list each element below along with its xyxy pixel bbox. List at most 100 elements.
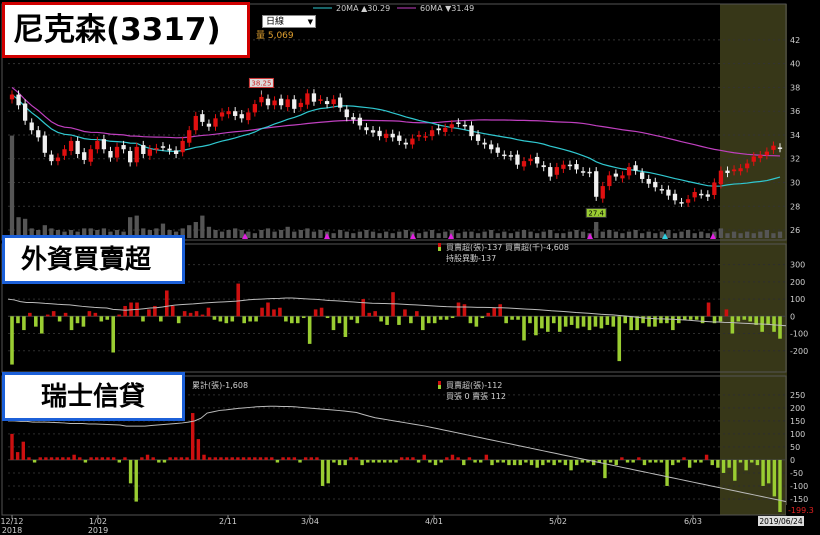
- net-buy-bar: [399, 457, 404, 460]
- net-buy-bar: [287, 457, 291, 460]
- net-buy-bar: [241, 457, 246, 460]
- candle-body: [482, 142, 487, 145]
- net-buy-bar: [498, 304, 502, 317]
- net-buy-bar: [188, 312, 193, 317]
- net-buy-bar: [51, 311, 56, 317]
- net-buy-bar: [383, 459, 387, 463]
- volume-bar: [469, 231, 474, 238]
- net-buy-bar: [569, 316, 574, 325]
- net-buy-bar: [405, 457, 409, 460]
- net-buy-bar: [100, 457, 105, 460]
- volume-bar: [206, 226, 212, 238]
- volume-bar: [731, 231, 737, 238]
- volume-bar: [318, 230, 323, 238]
- volume-bar: [416, 233, 422, 238]
- volume-bar: [390, 233, 395, 238]
- net-buy-bar: [174, 457, 178, 460]
- bar-tick-label: 250: [790, 391, 805, 400]
- candle-body: [180, 140, 185, 153]
- net-buy-bar: [394, 459, 398, 463]
- volume-bar: [594, 222, 599, 238]
- candle-body: [672, 193, 678, 201]
- net-buy-bar: [558, 459, 562, 463]
- net-buy-bar: [422, 454, 426, 460]
- net-buy-bar: [75, 316, 80, 324]
- volume-bar: [226, 230, 231, 238]
- net-buy-bar: [524, 459, 528, 463]
- candle-body: [587, 171, 592, 174]
- net-buy-bar: [315, 457, 319, 460]
- net-buy-bar: [551, 316, 556, 324]
- volume-bar: [653, 233, 658, 238]
- net-buy-bar: [535, 459, 539, 468]
- net-buy-bar: [337, 459, 342, 466]
- candle-body: [9, 94, 15, 100]
- volume-bar: [384, 231, 389, 238]
- volume-bar: [370, 231, 376, 238]
- net-buy-bar: [631, 459, 635, 463]
- candle-body: [147, 149, 152, 156]
- net-buy-bar: [224, 457, 229, 460]
- bar-tick-label: -100: [790, 330, 808, 339]
- net-buy-bar: [22, 316, 26, 331]
- period-select[interactable]: 日線 ▼: [262, 15, 316, 28]
- net-buy-bar: [388, 459, 393, 463]
- volume-bar: [292, 231, 297, 238]
- net-buy-bar: [159, 316, 163, 322]
- volume-bar: [193, 222, 198, 238]
- candle-body: [692, 192, 697, 198]
- volume-bar: [364, 230, 369, 238]
- candle-body: [187, 130, 192, 143]
- candle-body: [68, 140, 74, 152]
- x-date-label: 1/02: [89, 517, 107, 526]
- volume-bar: [429, 230, 435, 238]
- price-tick-label: 34: [790, 131, 800, 140]
- candle-body: [567, 164, 573, 167]
- net-buy-bar: [688, 316, 693, 320]
- net-buy-bar: [254, 316, 258, 322]
- net-buy-bar: [326, 459, 330, 484]
- net-buy-bar: [492, 307, 497, 317]
- net-buy-bar: [635, 316, 639, 331]
- volume-bar: [495, 233, 500, 238]
- net-buy-bar: [44, 457, 48, 460]
- net-buy-bar: [563, 459, 568, 466]
- volume-bar: [699, 231, 704, 238]
- net-buy-bar: [569, 459, 573, 471]
- volume-bar: [462, 231, 468, 238]
- candle-body: [285, 99, 290, 108]
- net-buy-bar: [83, 459, 88, 463]
- net-buy-bar: [611, 316, 616, 327]
- net-buy-bar: [433, 459, 438, 466]
- candle-body: [777, 147, 783, 149]
- net-buy-bar: [761, 459, 765, 486]
- net-buy-bar: [450, 316, 455, 319]
- candle-body: [580, 171, 586, 173]
- net-buy-bar: [617, 316, 622, 362]
- x-date-label: 5/02: [549, 517, 567, 526]
- volume-bar: [265, 228, 271, 238]
- net-buy-bar: [87, 311, 92, 317]
- net-buy-bar: [38, 457, 42, 460]
- net-buy-bar: [168, 457, 172, 460]
- candle-body: [489, 144, 494, 150]
- volume-bar: [311, 231, 317, 238]
- net-buy-bar: [778, 316, 782, 339]
- legend-swatch: [438, 385, 441, 389]
- candle-body: [758, 155, 763, 159]
- volume-bar: [541, 231, 546, 238]
- net-buy-bar: [34, 316, 38, 327]
- net-buy-bar: [676, 459, 681, 463]
- candle-body: [272, 100, 277, 106]
- net-buy-bar: [581, 316, 586, 327]
- candle-body: [278, 98, 284, 106]
- price-tick-label: 42: [790, 36, 800, 45]
- net-buy-bar: [145, 454, 150, 460]
- net-buy-bar: [445, 457, 449, 460]
- net-buy-bar: [716, 459, 720, 468]
- volume-bar: [633, 230, 638, 238]
- cs-cumulative-legend: 累計(張)-1,608: [192, 380, 248, 390]
- net-buy-bar: [28, 312, 32, 317]
- candle-body: [259, 96, 264, 103]
- net-buy-bar: [700, 316, 705, 324]
